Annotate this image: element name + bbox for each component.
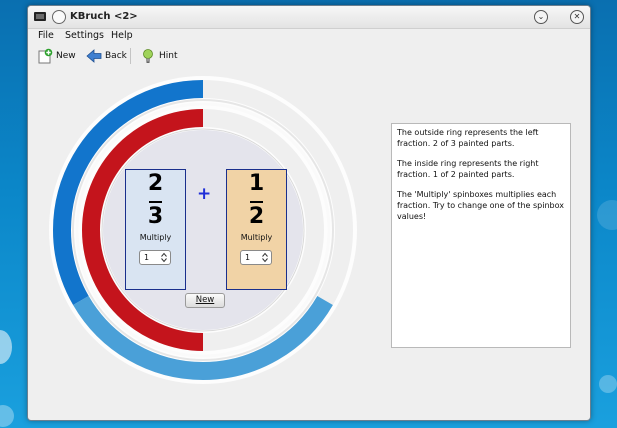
new-document-icon — [38, 48, 53, 64]
left-multiply-spinbox[interactable]: 1 — [139, 250, 171, 265]
right-multiply-label: Multiply — [240, 233, 273, 242]
back-button[interactable]: Back — [86, 47, 127, 65]
hint-label: Hint — [159, 51, 178, 61]
left-multiply-value: 1 — [144, 253, 150, 262]
menu-help[interactable]: Help — [111, 30, 133, 41]
right-multiply-spinbox[interactable]: 1 — [240, 250, 272, 265]
left-fraction-box: 2 3 Multiply 1 — [125, 169, 186, 290]
left-fraction-bar — [149, 201, 162, 203]
menu-bar: File Settings Help — [28, 28, 590, 43]
info-inner-ring: The inside ring represents the right fra… — [397, 159, 539, 179]
spin-arrows-icon[interactable] — [262, 252, 268, 263]
new-exercise-label: New — [195, 295, 215, 305]
new-exercise-button[interactable]: New — [185, 293, 225, 308]
right-multiply-value: 1 — [245, 253, 251, 262]
right-fraction-bar — [250, 201, 263, 203]
new-task-button[interactable]: New — [37, 47, 76, 65]
left-denominator: 3 — [147, 204, 164, 229]
menu-settings[interactable]: Settings — [65, 30, 104, 41]
hint-button[interactable]: Hint — [140, 47, 178, 65]
title-bar[interactable]: KBruch <2> ⌄ ✕ — [28, 6, 590, 29]
desktop-bokeh — [599, 375, 617, 393]
right-numerator: 1 — [248, 171, 265, 196]
new-task-label: New — [56, 51, 76, 61]
right-denominator: 2 — [248, 204, 265, 229]
back-arrow-icon — [86, 49, 102, 63]
toolbar: New Back Hint — [28, 43, 590, 69]
left-multiply-label: Multiply — [139, 233, 172, 242]
desktop-bokeh — [0, 330, 12, 364]
right-fraction-box: 1 2 Multiply 1 — [226, 169, 287, 290]
back-label: Back — [105, 51, 127, 61]
window-menu-icon[interactable] — [52, 10, 66, 24]
desktop-bokeh — [597, 200, 617, 230]
desktop-bokeh — [0, 405, 14, 427]
info-outer-ring: The outside ring represents the left fra… — [397, 128, 539, 148]
app-icon[interactable] — [34, 12, 46, 21]
close-icon[interactable]: ✕ — [570, 10, 584, 24]
info-panel: The outside ring represents the left fra… — [391, 123, 571, 348]
fraction-rings — [49, 76, 357, 384]
menu-file[interactable]: File — [38, 30, 54, 41]
lightbulb-icon — [143, 49, 153, 63]
kbruch-window: KBruch <2> ⌄ ✕ File Settings Help New Ba… — [27, 5, 591, 421]
toolbar-separator — [130, 48, 131, 64]
info-multiply: The 'Multiply' spinboxes multiplies each… — [397, 190, 565, 221]
spin-arrows-icon[interactable] — [161, 252, 167, 263]
window-title: KBruch <2> — [70, 11, 138, 22]
minimize-icon[interactable]: ⌄ — [534, 10, 548, 24]
left-numerator: 2 — [147, 171, 164, 196]
operator-plus: + — [197, 184, 212, 204]
